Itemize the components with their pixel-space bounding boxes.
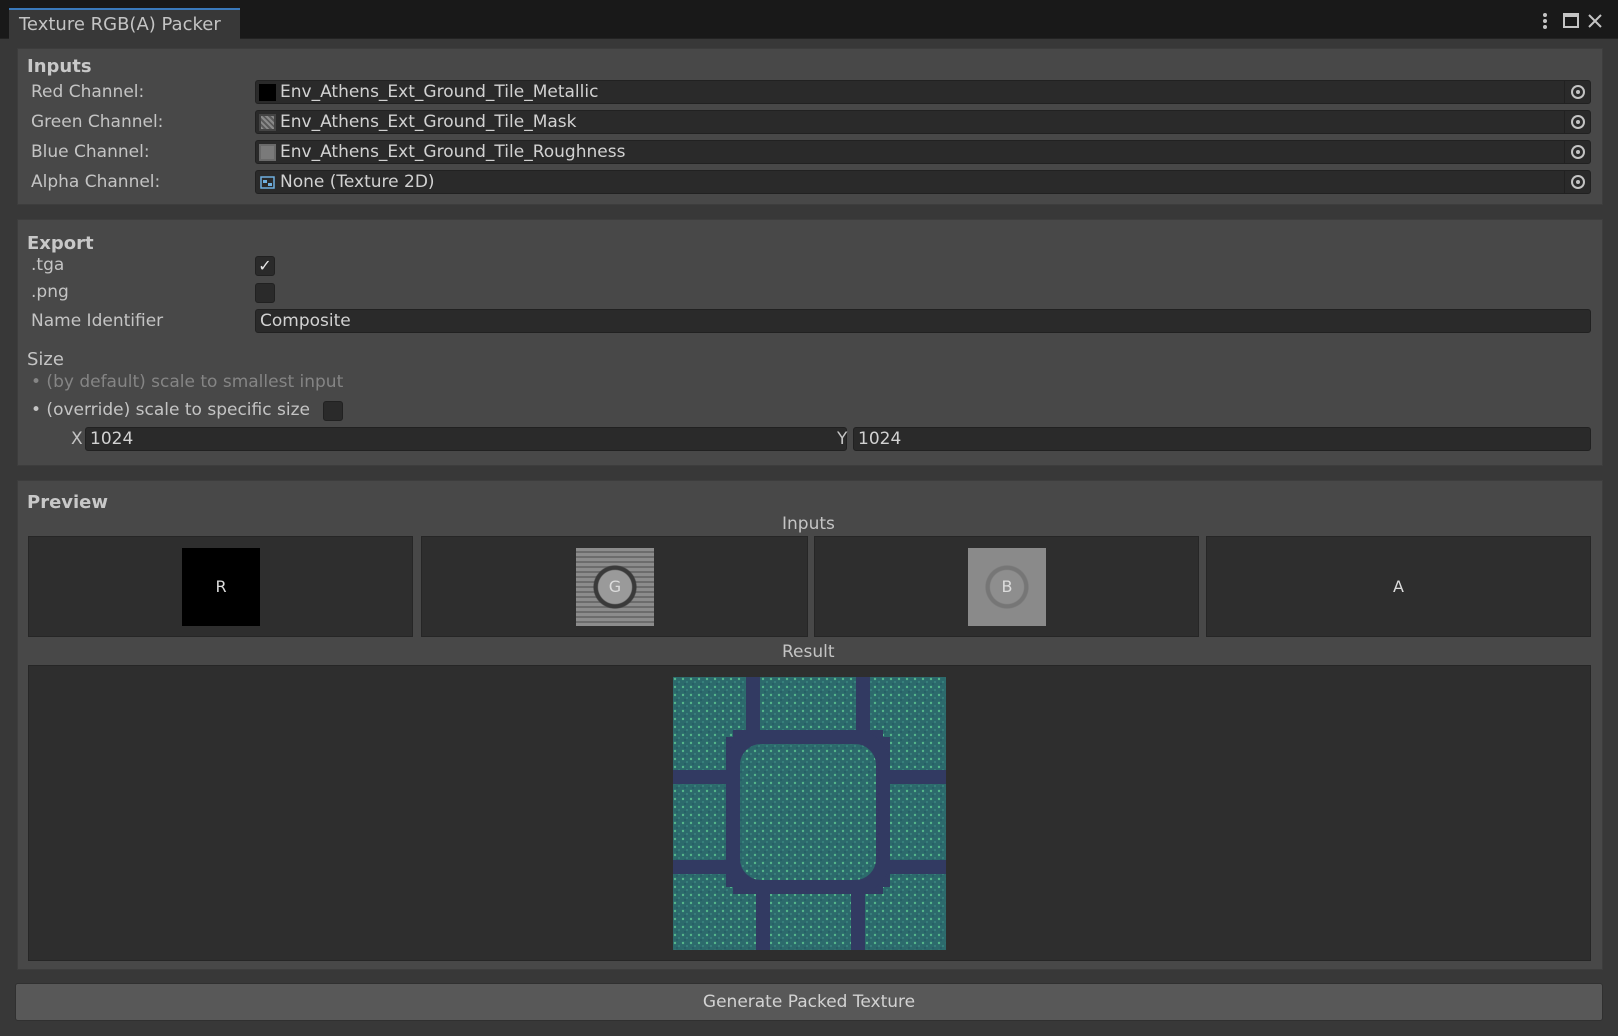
preview-title: Preview xyxy=(27,492,109,513)
preview-alpha: A xyxy=(1206,536,1591,637)
object-picker-icon[interactable] xyxy=(1564,171,1590,193)
preview-red: R xyxy=(28,536,413,637)
texture2d-icon xyxy=(259,174,276,191)
object-picker-icon[interactable] xyxy=(1564,81,1590,103)
export-title: Export xyxy=(27,233,94,254)
override-size-checkbox[interactable] xyxy=(323,401,343,421)
blue-channel-label: Blue Channel: xyxy=(31,142,150,162)
blue-preview-swatch: B xyxy=(968,548,1046,626)
preview-green: G xyxy=(421,536,808,637)
red-preview-swatch: R xyxy=(182,548,260,626)
name-identifier-label: Name Identifier xyxy=(31,311,164,331)
close-icon[interactable] xyxy=(1584,10,1606,32)
alpha-channel-label: Alpha Channel: xyxy=(31,172,161,192)
preview-inputs-label: Inputs xyxy=(782,514,835,534)
green-preview-swatch: G xyxy=(576,548,654,626)
alpha-channel-value: None (Texture 2D) xyxy=(280,172,435,192)
texture-packer-window: Texture RGB(A) Packer Inputs Red Channel… xyxy=(0,0,1618,1036)
preview-blue: B xyxy=(814,536,1199,637)
result-preview-box xyxy=(28,665,1591,961)
result-texture-preview xyxy=(673,677,946,950)
size-override-label: • (override) scale to specific size xyxy=(31,400,310,420)
kebab-menu-icon[interactable] xyxy=(1534,10,1556,32)
gray-texture-thumb xyxy=(259,144,276,161)
png-checkbox[interactable] xyxy=(255,283,275,303)
preview-section: Preview Inputs R G B A Result xyxy=(17,480,1603,970)
blue-channel-value: Env_Athens_Ext_Ground_Tile_Roughness xyxy=(280,142,626,162)
tga-checkbox[interactable]: ✓ xyxy=(255,256,275,276)
alpha-channel-field[interactable]: None (Texture 2D) xyxy=(255,170,1591,194)
inputs-title: Inputs xyxy=(27,56,92,77)
tab-bar: Texture RGB(A) Packer xyxy=(0,0,1618,39)
tab-title: Texture RGB(A) Packer xyxy=(19,14,221,35)
alpha-preview-letter: A xyxy=(1393,577,1404,596)
black-texture-thumb xyxy=(259,84,276,101)
size-y-input[interactable]: 1024 xyxy=(853,427,1591,451)
y-label: Y xyxy=(837,429,848,449)
red-channel-value: Env_Athens_Ext_Ground_Tile_Metallic xyxy=(280,82,599,102)
inputs-section: Inputs Red Channel: Env_Athens_Ext_Groun… xyxy=(17,48,1603,205)
size-title: Size xyxy=(27,349,64,370)
object-picker-icon[interactable] xyxy=(1564,111,1590,133)
tab-texture-packer[interactable]: Texture RGB(A) Packer xyxy=(9,8,240,39)
x-label: X xyxy=(71,429,83,449)
name-identifier-input[interactable]: Composite xyxy=(255,309,1591,333)
object-picker-icon[interactable] xyxy=(1564,141,1590,163)
preview-result-label: Result xyxy=(782,642,835,662)
result-texture-image xyxy=(673,677,946,950)
green-channel-label: Green Channel: xyxy=(31,112,164,132)
export-section: Export .tga ✓ .png Name Identifier Compo… xyxy=(17,219,1603,466)
green-channel-value: Env_Athens_Ext_Ground_Tile_Mask xyxy=(280,112,577,132)
generate-packed-texture-button[interactable]: Generate Packed Texture xyxy=(15,983,1603,1021)
red-channel-label: Red Channel: xyxy=(31,82,145,102)
size-x-input[interactable]: 1024 xyxy=(85,427,847,451)
png-label: .png xyxy=(31,282,69,302)
blue-channel-field[interactable]: Env_Athens_Ext_Ground_Tile_Roughness xyxy=(255,140,1591,164)
size-default-hint: • (by default) scale to smallest input xyxy=(31,372,344,392)
tile-texture-thumb xyxy=(259,114,276,131)
tga-label: .tga xyxy=(31,255,65,275)
red-channel-field[interactable]: Env_Athens_Ext_Ground_Tile_Metallic xyxy=(255,80,1591,104)
green-channel-field[interactable]: Env_Athens_Ext_Ground_Tile_Mask xyxy=(255,110,1591,134)
maximize-icon[interactable] xyxy=(1560,10,1582,32)
